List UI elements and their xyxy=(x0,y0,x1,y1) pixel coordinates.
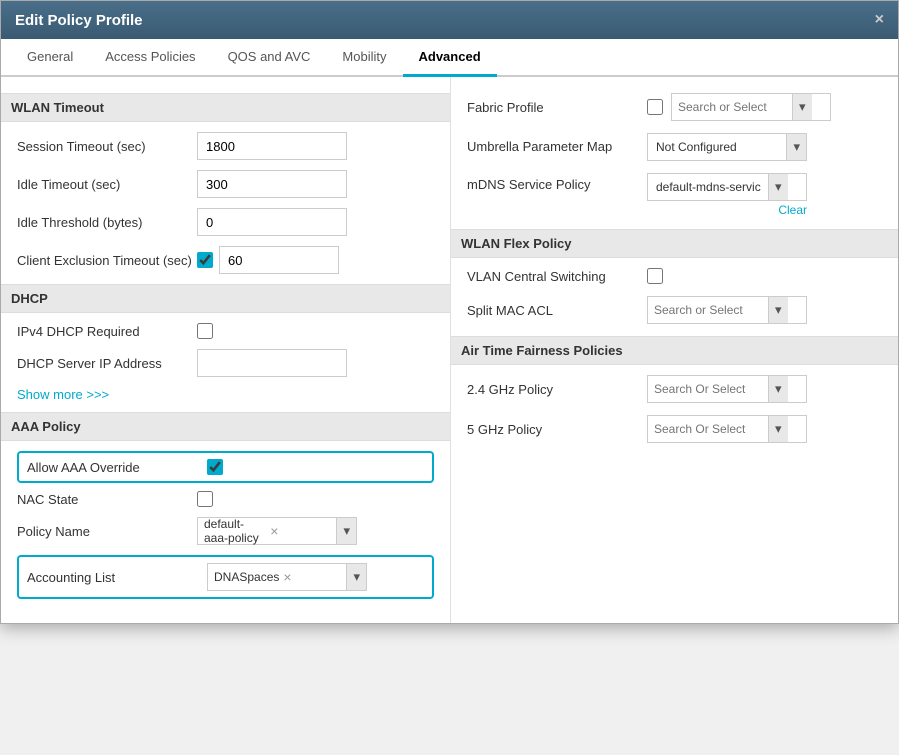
mdns-label: mDNS Service Policy xyxy=(467,173,647,194)
session-timeout-label: Session Timeout (sec) xyxy=(17,139,197,154)
client-exclusion-label: Client Exclusion Timeout (sec) xyxy=(17,253,197,268)
right-panel: Fabric Profile ▾ Umbrella Parameter Map … xyxy=(451,77,898,623)
ipv4-dhcp-checkbox[interactable] xyxy=(197,323,213,339)
accounting-list-select[interactable]: DNASpaces × ▾ xyxy=(207,563,367,591)
policy-name-label: Policy Name xyxy=(17,524,197,539)
ghz24-row: 2.4 GHz Policy ▾ xyxy=(467,375,882,403)
modal-body: WLAN Timeout Session Timeout (sec) Idle … xyxy=(1,77,898,623)
fabric-profile-checkbox[interactable] xyxy=(647,99,663,115)
allow-aaa-row: Allow AAA Override xyxy=(17,451,434,483)
tab-bar: General Access Policies QOS and AVC Mobi… xyxy=(1,39,898,77)
fabric-profile-select[interactable]: ▾ xyxy=(671,93,831,121)
allow-aaa-label: Allow AAA Override xyxy=(27,460,207,475)
modal-close-button[interactable]: × xyxy=(875,11,884,29)
idle-timeout-row: Idle Timeout (sec) xyxy=(17,170,434,198)
ghz5-select[interactable]: ▾ xyxy=(647,415,807,443)
split-mac-arrow[interactable]: ▾ xyxy=(768,297,788,323)
session-timeout-row: Session Timeout (sec) xyxy=(17,132,434,160)
tab-access-policies[interactable]: Access Policies xyxy=(89,39,211,77)
tab-qos-avc[interactable]: QOS and AVC xyxy=(212,39,327,77)
air-time-header: Air Time Fairness Policies xyxy=(451,336,898,365)
split-mac-input[interactable] xyxy=(648,297,768,323)
split-mac-label: Split MAC ACL xyxy=(467,303,647,318)
dhcp-header: DHCP xyxy=(1,284,450,313)
ghz5-row: 5 GHz Policy ▾ xyxy=(467,415,882,443)
ghz5-label: 5 GHz Policy xyxy=(467,422,647,437)
mdns-row: mDNS Service Policy default-mdns-servic … xyxy=(467,173,882,217)
umbrella-select[interactable]: Not Configured ▾ xyxy=(647,133,807,161)
umbrella-row: Umbrella Parameter Map Not Configured ▾ xyxy=(467,133,882,161)
tab-advanced[interactable]: Advanced xyxy=(403,39,497,77)
mdns-clear-link[interactable]: Clear xyxy=(647,203,807,217)
fabric-profile-input[interactable] xyxy=(672,94,792,120)
client-exclusion-input[interactable] xyxy=(219,246,339,274)
idle-timeout-input[interactable] xyxy=(197,170,347,198)
fabric-profile-label: Fabric Profile xyxy=(467,100,647,115)
dhcp-server-row: DHCP Server IP Address xyxy=(17,349,434,377)
policy-name-dropdown-arrow[interactable]: ▾ xyxy=(336,518,356,544)
fabric-profile-arrow[interactable]: ▾ xyxy=(792,94,812,120)
vlan-central-checkbox[interactable] xyxy=(647,268,663,284)
umbrella-value: Not Configured xyxy=(648,140,786,154)
policy-name-row: Policy Name default-aaa-policy × ▾ xyxy=(17,517,434,545)
wlan-timeout-header: WLAN Timeout xyxy=(1,93,450,122)
umbrella-arrow[interactable]: ▾ xyxy=(786,134,806,160)
ghz24-arrow[interactable]: ▾ xyxy=(768,376,788,402)
ghz24-label: 2.4 GHz Policy xyxy=(467,382,647,397)
ipv4-dhcp-label: IPv4 DHCP Required xyxy=(17,324,197,339)
aaa-policy-header: AAA Policy xyxy=(1,412,450,441)
mdns-value: default-mdns-servic xyxy=(648,180,768,194)
dhcp-server-label: DHCP Server IP Address xyxy=(17,356,197,371)
tab-mobility[interactable]: Mobility xyxy=(326,39,402,77)
idle-threshold-label: Idle Threshold (bytes) xyxy=(17,215,197,230)
edit-policy-modal: Edit Policy Profile × General Access Pol… xyxy=(0,0,899,624)
policy-name-clear[interactable]: × xyxy=(266,523,336,539)
session-timeout-input[interactable] xyxy=(197,132,347,160)
ghz5-input[interactable] xyxy=(648,416,768,442)
accounting-list-label: Accounting List xyxy=(27,570,207,585)
modal-header: Edit Policy Profile × xyxy=(1,1,898,39)
allow-aaa-checkbox[interactable] xyxy=(207,459,223,475)
policy-name-value: default-aaa-policy xyxy=(204,517,266,545)
nac-state-row: NAC State xyxy=(17,491,434,507)
ghz24-input[interactable] xyxy=(648,376,768,402)
umbrella-label: Umbrella Parameter Map xyxy=(467,139,647,156)
client-exclusion-row: Client Exclusion Timeout (sec) xyxy=(17,246,434,274)
ghz24-select[interactable]: ▾ xyxy=(647,375,807,403)
mdns-arrow[interactable]: ▾ xyxy=(768,174,788,200)
accounting-list-dropdown-arrow[interactable]: ▾ xyxy=(346,564,366,590)
mdns-select[interactable]: default-mdns-servic ▾ xyxy=(647,173,807,201)
ghz5-arrow[interactable]: ▾ xyxy=(768,416,788,442)
tab-general[interactable]: General xyxy=(11,39,89,77)
split-mac-row: Split MAC ACL ▾ xyxy=(467,296,882,324)
idle-threshold-input[interactable] xyxy=(197,208,347,236)
nac-state-checkbox[interactable] xyxy=(197,491,213,507)
vlan-central-row: VLAN Central Switching xyxy=(467,268,882,284)
idle-timeout-label: Idle Timeout (sec) xyxy=(17,177,197,192)
wlan-flex-header: WLAN Flex Policy xyxy=(451,229,898,258)
aaa-policy-section: AAA Policy Allow AAA Override NAC State … xyxy=(17,412,434,599)
fabric-profile-row: Fabric Profile ▾ xyxy=(467,93,882,121)
modal-title: Edit Policy Profile xyxy=(15,12,143,29)
dhcp-server-input[interactable] xyxy=(197,349,347,377)
idle-threshold-row: Idle Threshold (bytes) xyxy=(17,208,434,236)
ipv4-dhcp-row: IPv4 DHCP Required xyxy=(17,323,434,339)
client-exclusion-checkbox[interactable] xyxy=(197,252,213,268)
nac-state-label: NAC State xyxy=(17,492,197,507)
policy-name-select[interactable]: default-aaa-policy × ▾ xyxy=(197,517,357,545)
show-more-link[interactable]: Show more >>> xyxy=(17,387,434,402)
accounting-list-value: DNASpaces xyxy=(214,570,279,584)
left-panel: WLAN Timeout Session Timeout (sec) Idle … xyxy=(1,77,451,623)
accounting-list-row: Accounting List DNASpaces × ▾ xyxy=(17,555,434,599)
vlan-central-label: VLAN Central Switching xyxy=(467,269,647,284)
split-mac-select[interactable]: ▾ xyxy=(647,296,807,324)
accounting-list-clear[interactable]: × xyxy=(279,569,346,585)
